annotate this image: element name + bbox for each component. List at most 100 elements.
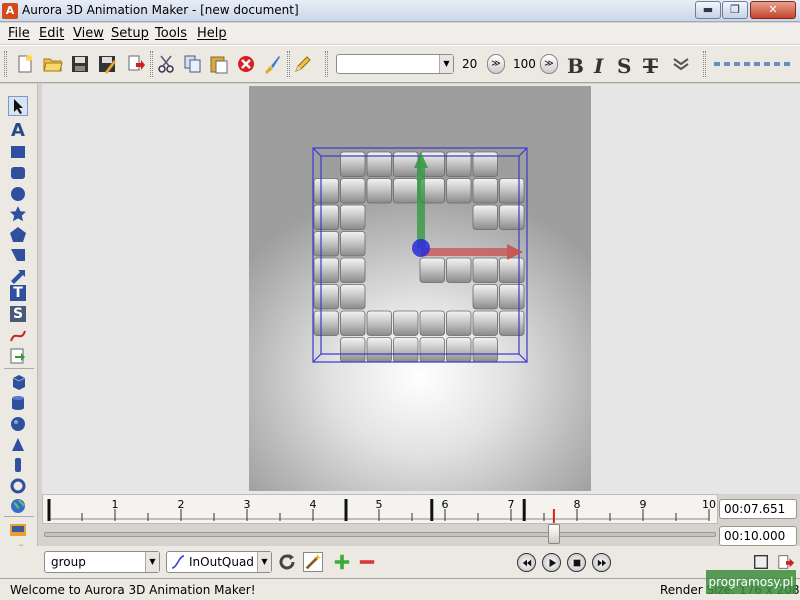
keyframe-marker[interactable] xyxy=(430,499,434,521)
rounded-rectangle-icon[interactable] xyxy=(8,163,28,183)
total-time-field[interactable]: 00:10.000 xyxy=(719,526,797,546)
close-button[interactable]: ✕ xyxy=(750,1,796,19)
letter-tile xyxy=(313,310,339,336)
scale-stepper-icon[interactable]: ≫ xyxy=(540,54,558,74)
torus-icon[interactable] xyxy=(8,476,28,496)
select-arrow-icon[interactable] xyxy=(8,96,28,116)
stop-button[interactable] xyxy=(567,553,586,572)
new-file-icon[interactable] xyxy=(14,53,36,75)
refresh-icon[interactable] xyxy=(277,552,297,572)
toolbar-grip[interactable] xyxy=(287,51,290,77)
more-options-icon[interactable] xyxy=(670,53,692,75)
menu-tools[interactable]: Tools xyxy=(155,26,187,41)
timeline-tick-label: 1 xyxy=(112,498,119,511)
rewind-button[interactable] xyxy=(517,553,536,572)
arrow-shape-icon[interactable] xyxy=(8,265,28,285)
origin-gizmo[interactable] xyxy=(412,239,430,257)
letter-tile xyxy=(499,257,525,283)
cone-icon[interactable] xyxy=(8,435,28,455)
chevron-down-icon[interactable]: ▼ xyxy=(439,55,453,73)
easing-select[interactable]: InOutQuad ▼ xyxy=(166,551,272,573)
chevron-down-icon[interactable]: ▼ xyxy=(257,552,271,572)
import-image-icon[interactable] xyxy=(8,346,28,366)
cube-icon[interactable] xyxy=(8,372,28,392)
text-tool-icon[interactable]: A xyxy=(8,120,28,141)
strikethrough-button[interactable]: T xyxy=(643,54,658,78)
letter-tile xyxy=(340,337,366,363)
clear-brush-icon[interactable] xyxy=(261,53,283,75)
font-size-field[interactable]: 20 xyxy=(462,57,477,71)
circle-icon[interactable] xyxy=(8,184,28,204)
maximize-button[interactable]: ❐ xyxy=(722,1,748,19)
rectangle-icon[interactable] xyxy=(8,142,28,162)
scene-view[interactable] xyxy=(249,86,591,491)
open-folder-icon[interactable] xyxy=(42,53,64,75)
app-logo-icon: A xyxy=(2,3,18,19)
save-as-icon[interactable] xyxy=(96,53,118,75)
menu-help[interactable]: Help xyxy=(197,26,227,41)
pentagon-icon[interactable] xyxy=(8,225,28,245)
fast-forward-button[interactable] xyxy=(592,553,611,572)
copy-icon[interactable] xyxy=(182,53,204,75)
letter-tile xyxy=(340,204,366,230)
object-select[interactable]: group ▼ xyxy=(44,551,160,573)
letter-tile xyxy=(499,310,525,336)
keyframe-marker[interactable] xyxy=(344,499,348,521)
letter-tile xyxy=(340,284,366,310)
path-curve-icon[interactable] xyxy=(8,326,28,346)
globe-icon[interactable] xyxy=(8,496,28,516)
shape-corner-icon[interactable] xyxy=(8,245,28,265)
bold-button[interactable]: B xyxy=(567,54,584,78)
remove-keyframe-icon[interactable] xyxy=(357,552,377,572)
timeline-tick-label: 3 xyxy=(244,498,251,511)
shadow-button[interactable]: S xyxy=(617,54,631,78)
star-icon[interactable] xyxy=(8,204,28,224)
menu-file[interactable]: File xyxy=(8,26,30,41)
render-canvas[interactable] xyxy=(249,86,591,491)
timeline-slider-thumb[interactable] xyxy=(548,524,560,544)
cylinder-icon[interactable] xyxy=(8,393,28,413)
menu-setup[interactable]: Setup xyxy=(111,26,149,41)
symbol-icon[interactable]: S xyxy=(10,306,26,322)
export-icon[interactable] xyxy=(125,53,147,75)
toolbar-grip[interactable] xyxy=(150,51,153,77)
edit-pencil-icon[interactable] xyxy=(292,53,314,75)
text-box-icon[interactable]: T xyxy=(10,285,26,301)
alignment-tools-icon[interactable] xyxy=(712,53,792,75)
frame-icon[interactable] xyxy=(751,552,771,572)
timeline-tick-label: 2 xyxy=(178,498,185,511)
paste-icon[interactable] xyxy=(208,53,230,75)
play-button[interactable] xyxy=(542,553,561,572)
menu-edit[interactable]: Edit xyxy=(39,26,64,41)
timeline-tick-label: 6 xyxy=(442,498,449,511)
letter-tile xyxy=(340,257,366,283)
minimize-button[interactable]: ▬ xyxy=(695,1,721,19)
current-time-field[interactable]: 00:07.651 xyxy=(719,499,797,519)
scale-percent-field[interactable]: 100 xyxy=(513,57,536,71)
add-keyframe-icon[interactable] xyxy=(332,552,352,572)
rewind-icon xyxy=(522,559,531,566)
chevron-down-icon[interactable]: ▼ xyxy=(145,552,159,572)
timeline-ruler[interactable]: 1 2 3 4 5 6 7 8 9 10 xyxy=(42,494,718,524)
toolbar-grip[interactable] xyxy=(325,51,328,77)
image-background-icon[interactable] xyxy=(8,520,28,540)
sphere-icon[interactable] xyxy=(8,414,28,434)
magic-wand-icon[interactable] xyxy=(303,552,323,572)
toolbar-grip[interactable] xyxy=(4,51,7,77)
keyframe-marker[interactable] xyxy=(522,499,526,521)
save-icon[interactable] xyxy=(69,53,91,75)
cut-icon[interactable] xyxy=(155,53,177,75)
export-video-icon[interactable] xyxy=(776,552,796,572)
italic-button[interactable]: I xyxy=(594,54,603,78)
tube-icon[interactable] xyxy=(8,455,28,475)
font-size-stepper-icon[interactable]: ≫ xyxy=(487,54,505,74)
letter-tile xyxy=(340,178,366,204)
menu-view[interactable]: View xyxy=(73,26,104,41)
delete-icon[interactable] xyxy=(235,53,257,75)
timeline-slider-track[interactable] xyxy=(44,532,716,537)
letter-tile xyxy=(499,204,525,230)
font-select[interactable]: ▼ xyxy=(336,54,454,74)
toolbar-grip[interactable] xyxy=(703,51,706,77)
letter-tile xyxy=(472,204,498,230)
keyframe-marker[interactable] xyxy=(47,499,51,521)
